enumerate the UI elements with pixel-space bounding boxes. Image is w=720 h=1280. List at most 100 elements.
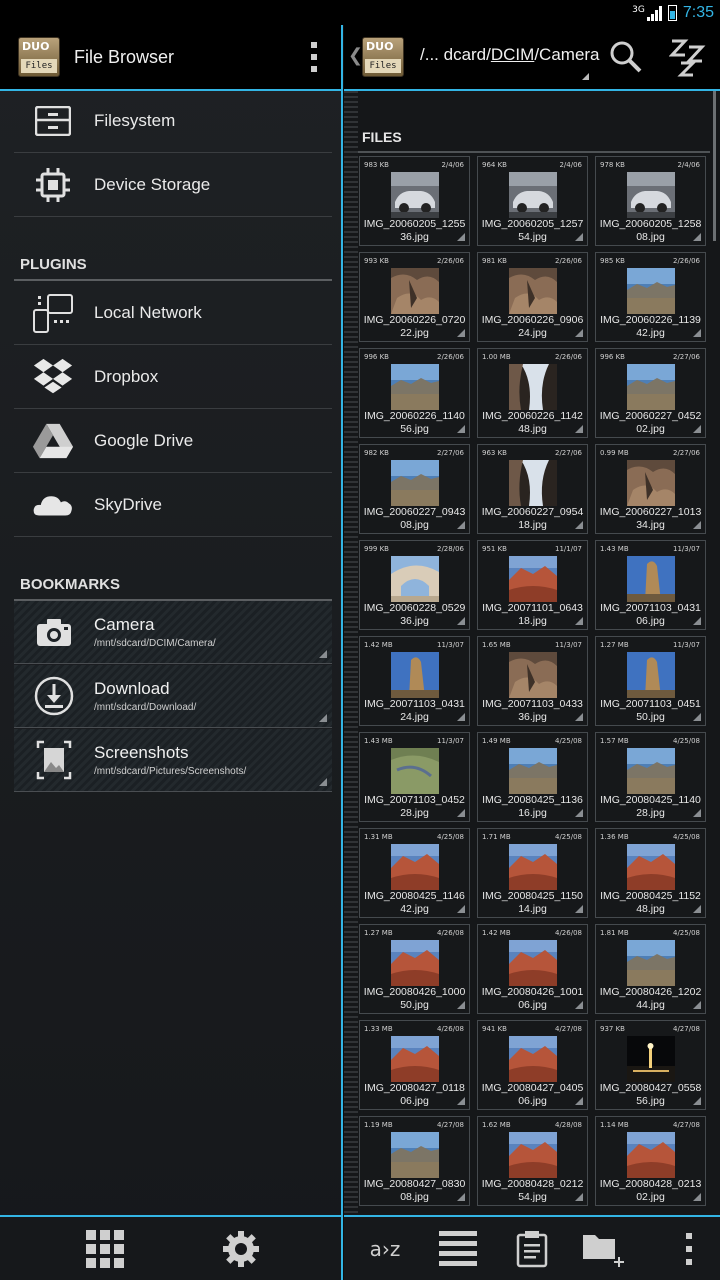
nav-item-google-drive[interactable]: Google Drive	[14, 410, 332, 473]
file-thumbnail	[509, 364, 557, 410]
file-name-line1: IMG_20080427_0830	[363, 1178, 466, 1190]
bookmark-screenshots[interactable]: Screenshots /mnt/sdcard/Pictures/Screens…	[14, 729, 332, 792]
file-thumbnail	[627, 1036, 675, 1082]
file-tile[interactable]: 1.62 MB 4/28/08 IMG_20080428_0212 54.jpg	[477, 1116, 588, 1206]
file-tile[interactable]: 996 KB 2/27/06 IMG_20060227_0452 02.jpg	[595, 348, 706, 438]
overflow-menu-icon[interactable]	[311, 42, 317, 72]
file-tile[interactable]: 941 KB 4/27/08 IMG_20080427_0405 06.jpg	[477, 1020, 588, 1110]
file-name-line2: 28.jpg	[400, 807, 429, 819]
back-chevron-icon[interactable]: ❮	[348, 45, 363, 66]
file-size: 1.71 MB	[482, 833, 511, 841]
nav-item-skydrive[interactable]: SkyDrive	[14, 474, 332, 537]
file-tile[interactable]: 1.49 MB 4/25/08 IMG_20080425_1136 16.jpg	[477, 732, 588, 822]
file-name-line1: IMG_20060205_1258	[599, 218, 702, 230]
file-tile[interactable]: 982 KB 2/27/06 IMG_20060227_0943 08.jpg	[359, 444, 470, 534]
file-name-line2: 36.jpg	[400, 615, 429, 627]
file-tile[interactable]: 1.57 MB 4/25/08 IMG_20080425_1140 28.jpg	[595, 732, 706, 822]
file-tile[interactable]: 964 KB 2/4/06 IMG_20060205_1257 54.jpg	[477, 156, 588, 246]
file-tile[interactable]: 1.14 MB 4/27/08 IMG_20080428_0213 02.jpg	[595, 1116, 706, 1206]
app-logo[interactable]: DUO Files	[362, 37, 404, 77]
file-tile[interactable]: 1.00 MB 2/26/06 IMG_20060226_1142 48.jpg	[477, 348, 588, 438]
file-size: 996 KB	[364, 353, 389, 361]
file-tile[interactable]: 983 KB 2/4/06 IMG_20060205_1255 36.jpg	[359, 156, 470, 246]
file-tile[interactable]: 1.43 MB 11/3/07 IMG_20071103_0431 06.jpg	[595, 540, 706, 630]
file-name-line1: IMG_20060226_0720	[363, 314, 466, 326]
clipboard-icon[interactable]	[512, 1217, 552, 1280]
file-tile[interactable]: 1.36 MB 4/25/08 IMG_20080425_1152 48.jpg	[595, 828, 706, 918]
file-name-line2: 08.jpg	[400, 1191, 429, 1203]
bookmark-name: Screenshots	[94, 743, 189, 762]
bookmark-download[interactable]: Download /mnt/sdcard/Download/	[14, 665, 332, 728]
file-tile[interactable]: 937 KB 4/27/08 IMG_20080427_0558 56.jpg	[595, 1020, 706, 1110]
nav-item-filesystem[interactable]: Filesystem	[14, 90, 332, 153]
dropbox-icon	[32, 356, 74, 398]
corner-indicator	[693, 1001, 701, 1009]
nav-item-label: Dropbox	[94, 367, 159, 386]
breadcrumb-dropdown-icon[interactable]	[582, 73, 589, 80]
file-name-line2: 24.jpg	[518, 327, 547, 339]
file-tile[interactable]: 1.65 MB 11/3/07 IMG_20071103_0433 36.jpg	[477, 636, 588, 726]
file-tile[interactable]: 963 KB 2/27/06 IMG_20060227_0954 18.jpg	[477, 444, 588, 534]
search-icon[interactable]	[606, 25, 646, 89]
file-thumbnail	[627, 172, 675, 218]
file-tile[interactable]: 981 KB 2/26/06 IMG_20060226_0906 24.jpg	[477, 252, 588, 342]
file-tile[interactable]: 1.43 MB 11/3/07 IMG_20071103_0452 28.jpg	[359, 732, 470, 822]
file-tile[interactable]: 0.99 MB 2/27/06 IMG_20060227_1013 34.jpg	[595, 444, 706, 534]
file-date: 2/26/06	[555, 353, 582, 361]
file-name-line1: IMG_20071103_0452	[364, 794, 465, 806]
sleep-icon[interactable]	[666, 25, 712, 89]
corner-indicator	[575, 521, 583, 529]
app-logo[interactable]: DUO Files	[18, 37, 60, 77]
corner-indicator	[319, 714, 327, 722]
bookmark-path: /mnt/sdcard/Download/	[94, 702, 197, 713]
file-tile[interactable]: 996 KB 2/26/06 IMG_20060226_1140 56.jpg	[359, 348, 470, 438]
file-tile[interactable]: 985 KB 2/26/06 IMG_20060226_1139 42.jpg	[595, 252, 706, 342]
file-tile[interactable]: 1.33 MB 4/26/08 IMG_20080427_0118 06.jpg	[359, 1020, 470, 1110]
nav-item-label: Device Storage	[94, 175, 211, 194]
file-tile[interactable]: 978 KB 2/4/06 IMG_20060205_1258 08.jpg	[595, 156, 706, 246]
file-name-line2: 42.jpg	[400, 903, 429, 915]
file-tile[interactable]: 1.27 MB 11/3/07 IMG_20071103_0451 50.jpg	[595, 636, 706, 726]
file-tile[interactable]: 1.31 MB 4/25/08 IMG_20080425_1146 42.jpg	[359, 828, 470, 918]
nav-item-dropbox[interactable]: Dropbox	[14, 346, 332, 409]
breadcrumb-segment-dcim[interactable]: DCIM	[491, 45, 534, 64]
file-tile[interactable]: 1.42 MB 11/3/07 IMG_20071103_0431 24.jpg	[359, 636, 470, 726]
nav-item-local-network[interactable]: Local Network	[14, 282, 332, 345]
scrollbar[interactable]	[713, 91, 716, 241]
nav-item-device-storage[interactable]: Device Storage	[14, 154, 332, 217]
file-name-line1: IMG_20060205_1257	[481, 218, 584, 230]
file-tile[interactable]: 1.19 MB 4/27/08 IMG_20080427_0830 08.jpg	[359, 1116, 470, 1206]
file-thumbnail	[627, 1132, 675, 1178]
file-tile[interactable]: 1.42 MB 4/26/08 IMG_20080426_1001 06.jpg	[477, 924, 588, 1014]
corner-indicator	[693, 425, 701, 433]
file-tile[interactable]: 993 KB 2/26/06 IMG_20060226_0720 22.jpg	[359, 252, 470, 342]
file-tile[interactable]: 1.71 MB 4/25/08 IMG_20080425_1150 14.jpg	[477, 828, 588, 918]
file-size: 1.31 MB	[364, 833, 393, 841]
file-thumbnail	[391, 268, 439, 314]
file-name-line2: 02.jpg	[636, 423, 665, 435]
file-tile[interactable]: 1.81 MB 4/25/08 IMG_20080426_1202 44.jpg	[595, 924, 706, 1014]
grid-icon[interactable]	[76, 1217, 134, 1280]
file-thumbnail	[509, 172, 557, 218]
settings-icon[interactable]	[212, 1217, 270, 1280]
file-name-line2: 16.jpg	[518, 807, 547, 819]
new-folder-icon[interactable]	[578, 1217, 628, 1280]
file-name: IMG_20080428_0212 54.jpg	[478, 1178, 587, 1204]
file-thumbnail	[509, 1036, 557, 1082]
file-name: IMG_20060205_1257 54.jpg	[478, 218, 587, 244]
file-name-line1: IMG_20080428_0213	[599, 1178, 702, 1190]
file-tile[interactable]: 951 KB 11/1/07 IMG_20071101_0643 18.jpg	[477, 540, 588, 630]
list-view-icon[interactable]	[436, 1217, 480, 1280]
file-tile[interactable]: 999 KB 2/28/06 IMG_20060228_0529 36.jpg	[359, 540, 470, 630]
file-date: 11/1/07	[555, 545, 582, 553]
file-tile[interactable]: 1.27 MB 4/26/08 IMG_20080426_1000 50.jpg	[359, 924, 470, 1014]
overflow-menu-icon[interactable]	[674, 1217, 704, 1280]
breadcrumb[interactable]: /... dcard/DCIM/Camera	[420, 45, 600, 65]
file-date: 4/27/08	[555, 1025, 582, 1033]
network-icon	[32, 292, 74, 334]
file-thumbnail	[509, 748, 557, 794]
bookmark-camera[interactable]: Camera /mnt/sdcard/DCIM/Camera/	[14, 601, 332, 664]
file-size: 978 KB	[600, 161, 625, 169]
sort-button[interactable]: a›z	[358, 1217, 412, 1280]
file-size: 1.43 MB	[600, 545, 629, 553]
